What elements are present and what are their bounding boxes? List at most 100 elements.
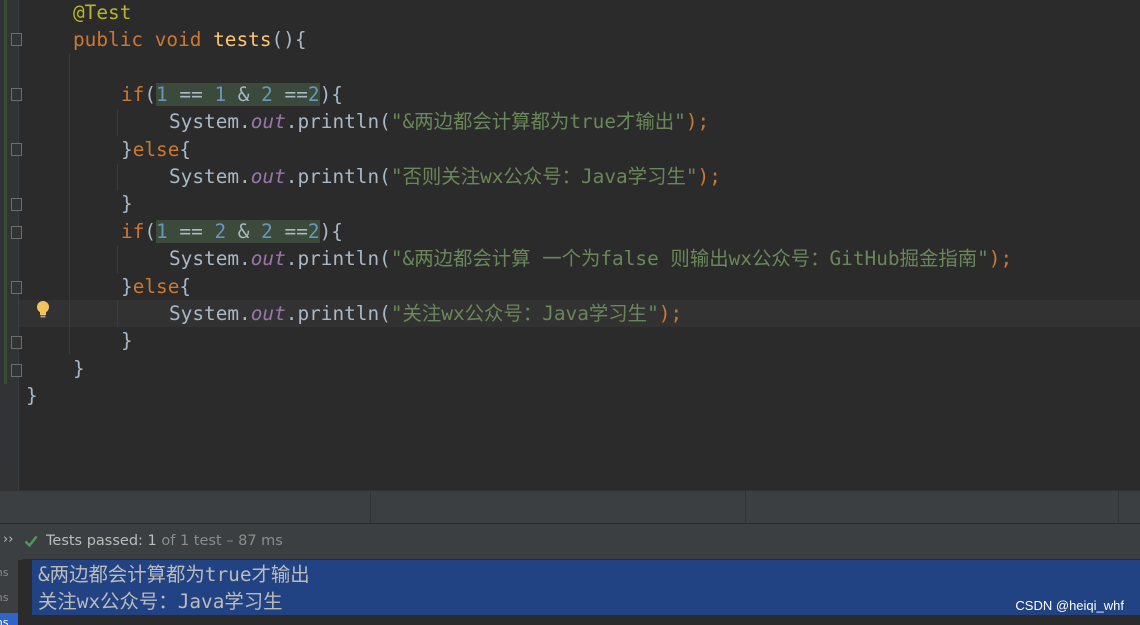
indent-guide — [117, 109, 118, 136]
field-token: out — [250, 165, 286, 188]
fold-marker-icon[interactable] — [11, 143, 22, 156]
brace-token: } — [121, 275, 133, 298]
code-line: if(1 == 1 & 2 ==2){ — [121, 81, 343, 108]
number-token: 1 — [156, 220, 168, 243]
watermark: CSDN @heiqi_whf — [1015, 598, 1124, 613]
operator-token: & — [226, 83, 262, 106]
code-editor[interactable]: @Test public void tests(){ if(1 == 1 & 2… — [0, 0, 1140, 490]
brace-token: { — [179, 275, 192, 298]
operator-token: == — [272, 83, 308, 106]
field-token: out — [250, 302, 286, 325]
annotation-token: @Test — [73, 1, 132, 24]
fold-marker-icon[interactable] — [11, 281, 22, 294]
code-line: }else{ — [121, 136, 191, 163]
divider — [745, 491, 746, 523]
number-token: 2 — [214, 220, 227, 243]
code-line: System.out.println("&两边都会计算都为true才输出"); — [169, 108, 709, 135]
number-token: 2 — [307, 220, 320, 243]
code-token: System. — [169, 110, 251, 133]
divider — [1118, 491, 1119, 523]
fold-marker-icon[interactable] — [11, 198, 22, 211]
number-token: 2 — [261, 83, 273, 106]
lightbulb-icon[interactable] — [36, 300, 50, 320]
code-line: System.out.println("&两边都会计算 一个为false 则输出… — [169, 245, 1012, 272]
console-line: 关注wx公众号：Java学习生 — [38, 590, 283, 613]
test-tree-item[interactable]: ms — [0, 563, 18, 583]
number-token: 1 — [214, 83, 227, 106]
keyword-token: public — [73, 28, 144, 51]
code-line: }else{ — [121, 273, 191, 300]
fold-marker-icon[interactable] — [11, 226, 22, 239]
code-line: } — [26, 382, 38, 409]
keyword-token: if — [121, 220, 145, 243]
string-token: "否则关注wx公众号：Java学习生" — [390, 165, 698, 188]
number-token: 2 — [261, 220, 273, 243]
operator-token: == — [167, 220, 215, 243]
test-tree-panel[interactable]: ms ms ms — [0, 559, 18, 625]
operator-token: & — [226, 220, 262, 243]
test-result-summary: Tests passed: 1 of 1 test – 87 ms — [46, 533, 283, 549]
code-token: .println( — [285, 247, 391, 270]
number-token: 2 — [307, 83, 320, 106]
vcs-change-marker — [4, 0, 7, 384]
code-token: ); — [685, 110, 710, 133]
tool-window-header — [0, 490, 1140, 523]
console-line: &两边都会计算都为true才输出 — [38, 563, 310, 586]
test-status-bar: ›› Tests passed: 1 of 1 test – 87 ms — [0, 523, 1140, 560]
code-line: if(1 == 2 & 2 ==2){ — [121, 218, 343, 245]
keyword-token: if — [121, 83, 145, 106]
code-line: System.out.println("否则关注wx公众号：Java学习生"); — [169, 163, 721, 190]
brace-token: } — [121, 192, 133, 215]
code-line: } — [121, 190, 133, 217]
code-token: ( — [144, 83, 157, 106]
code-token: ){ — [319, 83, 343, 106]
expand-chevron-icon[interactable]: ›› — [3, 532, 13, 547]
test-passed-count: 1 — [147, 533, 157, 549]
field-token: out — [250, 247, 286, 270]
indent-guide — [69, 54, 70, 354]
fold-marker-icon[interactable] — [11, 33, 22, 46]
operator-token: == — [167, 83, 215, 106]
code-token: ( — [144, 220, 157, 243]
string-token: "&两边都会计算 一个为false 则输出wx公众号：GitHub掘金指南" — [390, 247, 989, 270]
test-status-label: Tests passed: — [46, 533, 143, 549]
code-line: } — [121, 327, 133, 354]
fold-marker-icon[interactable] — [11, 336, 22, 349]
keyword-token: void — [154, 28, 202, 51]
indent-guide — [117, 164, 118, 191]
check-icon — [24, 535, 38, 548]
code-token: ); — [697, 165, 721, 188]
code-token: ){ — [319, 220, 343, 243]
code-token: System. — [169, 302, 251, 325]
editor-gutter — [0, 0, 19, 490]
code-token: ); — [988, 247, 1013, 270]
divider — [370, 491, 371, 523]
code-token: System. — [169, 247, 251, 270]
test-tree-item[interactable]: ms — [0, 613, 18, 625]
keyword-token: else — [132, 275, 180, 298]
brace-token: } — [26, 384, 38, 407]
code-line: public void tests(){ — [73, 26, 307, 53]
indent-guide — [117, 246, 118, 273]
string-token: "&两边都会计算都为true才输出" — [390, 110, 686, 133]
code-token: System. — [169, 165, 251, 188]
method-name-token: tests — [213, 28, 272, 51]
test-detail: of 1 test – 87 ms — [161, 533, 283, 549]
test-tree-item[interactable]: ms — [0, 588, 18, 608]
fold-marker-icon[interactable] — [11, 88, 22, 101]
code-token: ); — [658, 302, 683, 325]
code-line: System.out.println("关注wx公众号：Java学习生"); — [169, 300, 682, 327]
fold-marker-icon[interactable] — [11, 364, 22, 377]
brace-token: { — [179, 138, 192, 161]
keyword-token: else — [132, 138, 180, 161]
code-token: .println( — [285, 165, 391, 188]
code-line: @Test — [73, 0, 131, 26]
brace-token: } — [73, 357, 85, 380]
operator-token: == — [272, 220, 308, 243]
code-line: } — [73, 355, 85, 382]
console-output[interactable]: &两边都会计算都为true才输出 关注wx公众号：Java学习生 — [22, 559, 1140, 625]
code-token: .println( — [285, 302, 391, 325]
string-token: "关注wx公众号：Java学习生" — [390, 302, 659, 325]
indent-guide — [117, 300, 118, 327]
code-token: (){ — [271, 28, 307, 51]
